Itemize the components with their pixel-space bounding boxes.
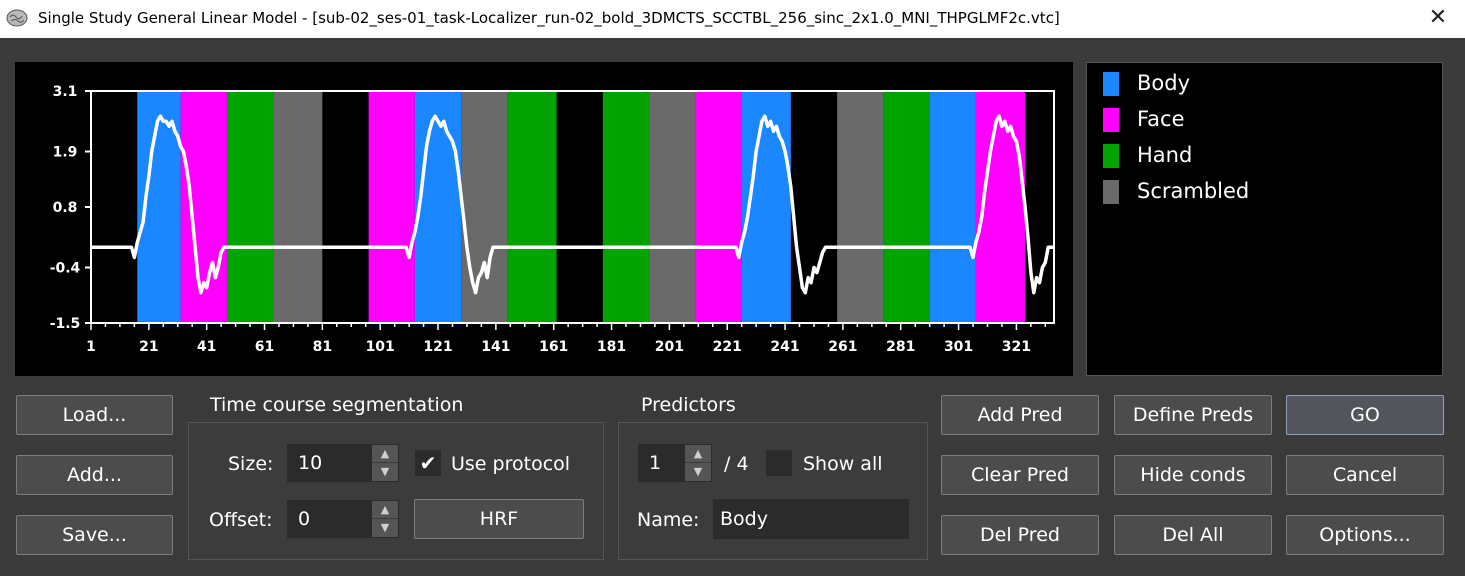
legend-label: Scrambled bbox=[1137, 179, 1250, 203]
y-tick-label: 1.9 bbox=[53, 145, 78, 161]
y-tick-label: 3.1 bbox=[53, 84, 78, 100]
x-tick-label: 181 bbox=[597, 339, 626, 355]
condition-block-body bbox=[414, 91, 462, 323]
predictor-name-input[interactable] bbox=[713, 499, 909, 539]
x-tick-label: 201 bbox=[655, 339, 684, 355]
condition-block-face bbox=[695, 91, 742, 323]
condition-block-hand bbox=[226, 91, 274, 323]
condition-block-hand bbox=[883, 91, 930, 323]
condition-block-scrambled bbox=[273, 91, 323, 323]
condition-legend: Body Face Hand Scrambled bbox=[1086, 62, 1443, 376]
title-bar: Single Study General Linear Model - [sub… bbox=[0, 0, 1465, 38]
use-protocol-label: Use protocol bbox=[451, 453, 571, 475]
options-button[interactable]: Options... bbox=[1286, 515, 1444, 555]
x-tick-label: 141 bbox=[481, 339, 510, 355]
add-pred-button[interactable]: Add Pred bbox=[941, 395, 1099, 435]
size-spinbox[interactable]: ▲ ▼ bbox=[287, 444, 399, 482]
predictors-group-title: Predictors bbox=[641, 394, 736, 416]
time-course-chart: 3.11.90.8-0.4-1.51 21 41 61 81 101 121 141 161 18… bbox=[50, 84, 1055, 355]
predictor-index-spinbox[interactable]: ▲ ▼ bbox=[638, 444, 712, 482]
x-tick-label: 121 bbox=[423, 339, 452, 355]
del-all-button[interactable]: Del All bbox=[1114, 515, 1272, 555]
x-tick-label: 221 bbox=[713, 339, 742, 355]
x-tick-label: 1 bbox=[86, 339, 96, 355]
x-tick-label: 321 bbox=[1002, 339, 1031, 355]
x-tick-label: 241 bbox=[770, 339, 799, 355]
predictor-spin-arrows[interactable]: ▲ ▼ bbox=[685, 445, 711, 481]
condition-block-face bbox=[368, 91, 415, 323]
predictors-group bbox=[618, 422, 928, 560]
legend-label: Hand bbox=[1137, 143, 1193, 167]
predictor-total: / 4 bbox=[724, 453, 749, 475]
spin-up-icon[interactable]: ▲ bbox=[372, 445, 398, 463]
legend-swatch bbox=[1103, 72, 1119, 96]
legend-swatch bbox=[1103, 144, 1119, 168]
offset-spinbox[interactable]: ▲ ▼ bbox=[287, 500, 399, 538]
legend-label: Face bbox=[1137, 107, 1185, 131]
segmentation-group-title: Time course segmentation bbox=[210, 394, 464, 416]
x-tick-label: 101 bbox=[366, 339, 395, 355]
x-tick-label: 261 bbox=[828, 339, 857, 355]
hrf-button[interactable]: HRF bbox=[414, 499, 584, 539]
y-tick-label: -1.5 bbox=[50, 316, 81, 332]
x-tick-label: 61 bbox=[255, 339, 274, 355]
cancel-button[interactable]: Cancel bbox=[1286, 455, 1444, 495]
brain-icon bbox=[6, 9, 28, 27]
condition-block-body bbox=[929, 91, 976, 323]
go-button[interactable]: GO bbox=[1286, 395, 1444, 435]
spin-down-icon[interactable]: ▼ bbox=[685, 463, 711, 481]
clear-pred-button[interactable]: Clear Pred bbox=[941, 455, 1099, 495]
size-input[interactable] bbox=[288, 445, 374, 481]
spin-down-icon[interactable]: ▼ bbox=[372, 519, 398, 537]
spin-up-icon[interactable]: ▲ bbox=[685, 445, 711, 463]
close-icon[interactable]: ✕ bbox=[1425, 5, 1451, 31]
size-spin-arrows[interactable]: ▲ ▼ bbox=[372, 445, 398, 481]
size-label: Size: bbox=[228, 453, 274, 475]
condition-block-scrambled bbox=[837, 91, 884, 323]
x-tick-label: 301 bbox=[944, 339, 973, 355]
condition-block-hand bbox=[602, 91, 650, 323]
save-button[interactable]: Save... bbox=[16, 515, 173, 555]
legend-swatch bbox=[1103, 108, 1119, 132]
time-course-plot: 3.1 1.9 0.8 -0.4 -1.5 1 21 41 61 81 101 121 141 161 18… bbox=[15, 62, 1073, 376]
predictor-name-label: Name: bbox=[637, 509, 700, 531]
window-title: Single Study General Linear Model - [sub… bbox=[38, 9, 1060, 27]
y-tick-label: -0.4 bbox=[50, 261, 81, 277]
spin-down-icon[interactable]: ▼ bbox=[372, 463, 398, 481]
condition-block-scrambled bbox=[461, 91, 508, 323]
y-tick-label: 0.8 bbox=[53, 200, 78, 216]
show-all-checkbox[interactable] bbox=[766, 450, 792, 476]
x-tick-label: 161 bbox=[539, 339, 568, 355]
segmentation-group bbox=[188, 422, 604, 560]
offset-label: Offset: bbox=[209, 509, 273, 531]
x-tick-label: 21 bbox=[139, 339, 158, 355]
define-preds-button[interactable]: Define Preds bbox=[1114, 395, 1272, 435]
x-tick-label: 41 bbox=[197, 339, 216, 355]
hide-conds-button[interactable]: Hide conds bbox=[1114, 455, 1272, 495]
legend-label: Body bbox=[1137, 71, 1191, 95]
x-tick-label: 81 bbox=[313, 339, 332, 355]
predictor-index-input[interactable] bbox=[639, 445, 687, 481]
del-pred-button[interactable]: Del Pred bbox=[941, 515, 1099, 555]
offset-input[interactable] bbox=[288, 501, 374, 537]
condition-block-hand bbox=[507, 91, 557, 323]
x-tick-label: 281 bbox=[886, 339, 915, 355]
spin-up-icon[interactable]: ▲ bbox=[372, 501, 398, 519]
use-protocol-checkbox[interactable]: ✔ bbox=[415, 450, 441, 476]
offset-spin-arrows[interactable]: ▲ ▼ bbox=[372, 501, 398, 537]
dialog-client-area: 3.1 1.9 0.8 -0.4 -1.5 1 21 41 61 81 101 121 141 161 18… bbox=[0, 38, 1465, 576]
add-button[interactable]: Add... bbox=[16, 455, 173, 495]
legend-swatch bbox=[1103, 180, 1119, 204]
condition-block-scrambled bbox=[649, 91, 696, 323]
show-all-label: Show all bbox=[803, 453, 883, 475]
load-button[interactable]: Load... bbox=[16, 395, 173, 435]
